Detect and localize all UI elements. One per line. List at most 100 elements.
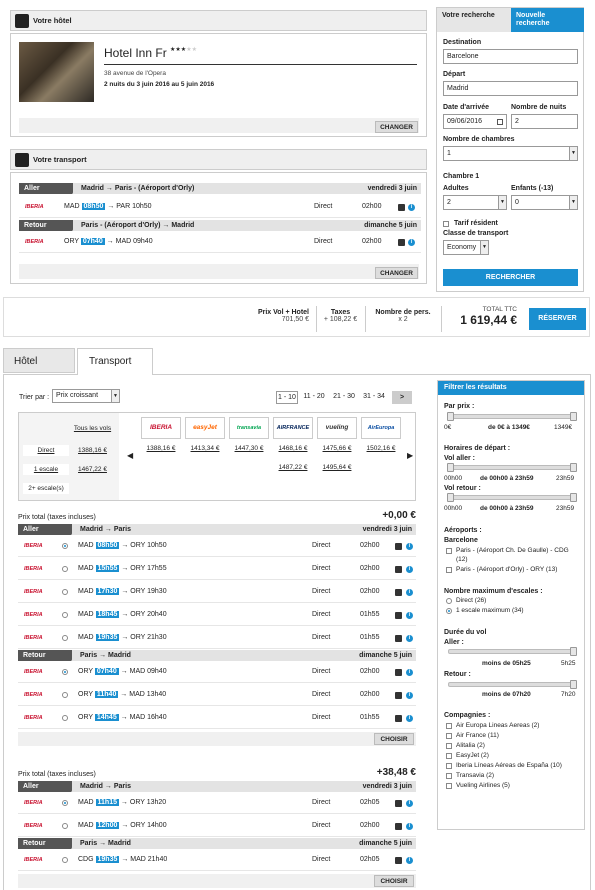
sort-select[interactable]: Prix croissant ▼ — [52, 389, 120, 403]
stops-one-radio[interactable] — [446, 608, 452, 614]
slider-handle[interactable] — [447, 412, 454, 421]
airline-logo-iberia[interactable]: IBERIA — [141, 417, 181, 439]
slider-handle[interactable] — [570, 493, 577, 502]
info-icon[interactable]: i — [406, 566, 413, 573]
info-icon[interactable]: i — [406, 635, 413, 642]
page-link[interactable]: 1 - 10 — [276, 391, 298, 404]
all-flights-link[interactable]: Tous les vols — [70, 425, 115, 432]
matrix-price-direct[interactable]: 1468,16 € — [273, 445, 313, 452]
airport-ory-checkbox[interactable] — [446, 567, 452, 573]
info-icon[interactable]: i — [408, 204, 415, 211]
flight-select-radio[interactable] — [62, 800, 68, 806]
slider-handle[interactable] — [447, 493, 454, 502]
slider-handle[interactable] — [570, 647, 577, 656]
arrival-date-input[interactable]: 09/06/2016 — [443, 114, 507, 129]
info-icon[interactable]: i — [406, 612, 413, 619]
flight-select-radio[interactable] — [62, 589, 68, 595]
flight-option-row[interactable]: IBERIA MAD 11h15 → ORY 13h20 Direct 02h05 i — [18, 792, 416, 814]
search-button[interactable]: RECHERCHER — [443, 269, 578, 286]
rooms-select[interactable]: 1 ▼ — [443, 146, 578, 161]
change-transport-button[interactable]: CHANGER — [375, 267, 418, 279]
info-icon[interactable]: i — [406, 543, 413, 550]
matrix-price-direct[interactable]: 1502,16 € — [361, 445, 401, 452]
flight-select-radio[interactable] — [62, 543, 68, 549]
flight-select-radio[interactable] — [62, 823, 68, 829]
resident-checkbox[interactable] — [443, 221, 449, 227]
matrix-price-1stop[interactable]: 1495,64 € — [317, 464, 357, 471]
price-slider[interactable] — [447, 412, 577, 421]
flight-select-radio[interactable] — [62, 857, 68, 863]
matrix-price-direct[interactable]: 1388,16 € — [141, 445, 181, 452]
flight-select-radio[interactable] — [62, 635, 68, 641]
company-checkbox[interactable] — [446, 733, 452, 739]
matrix-prev-icon[interactable]: ◀ — [127, 451, 133, 460]
info-icon[interactable]: i — [406, 692, 413, 699]
choose-button[interactable]: CHOISIR — [374, 733, 414, 745]
company-checkbox[interactable] — [446, 773, 452, 779]
airport-cdg-checkbox[interactable] — [446, 548, 452, 554]
matrix-price-direct[interactable]: 1413,34 € — [185, 445, 225, 452]
matrix-all-direct[interactable]: 1388,16 € — [70, 447, 115, 454]
choose-button[interactable]: CHOISIR — [374, 875, 414, 887]
flight-option-row[interactable]: IBERIA MAD 18h45 → ORY 20h40 Direct 01h55 i — [18, 604, 416, 626]
adults-select[interactable]: 2 ▼ — [443, 195, 507, 210]
info-icon[interactable]: i — [406, 715, 413, 722]
page-link[interactable]: 11 - 20 — [300, 391, 328, 404]
flight-select-radio[interactable] — [62, 715, 68, 721]
flight-option-row[interactable]: IBERIA ORY 14h45 → MAD 16h40 Direct 01h55 i — [18, 707, 416, 729]
reserve-button[interactable]: RÉSERVER — [529, 308, 586, 330]
nights-input[interactable]: 2 — [511, 114, 578, 129]
matrix-price-1stop[interactable]: 1487,22 € — [273, 464, 313, 471]
flight-option-row[interactable]: IBERIA MAD 15h55 → ORY 17h55 Direct 02h00 i — [18, 558, 416, 580]
flight-option-row[interactable]: IBERIA ORY 07h40 → MAD 09h40 Direct 02h00 i — [18, 661, 416, 683]
matrix-all-1stop[interactable]: 1467,22 € — [70, 466, 115, 473]
company-checkbox[interactable] — [446, 763, 452, 769]
tab-current-search[interactable]: Votre recherche — [437, 8, 511, 32]
departure-input[interactable]: Madrid — [443, 81, 578, 96]
info-icon[interactable]: i — [406, 800, 413, 807]
airline-logo-transavia[interactable]: transavia — [229, 417, 269, 439]
next-page-button[interactable]: > — [392, 391, 412, 404]
airline-logo-aireuropa[interactable]: AirEuropa — [361, 417, 401, 439]
company-checkbox[interactable] — [446, 743, 452, 749]
info-icon[interactable]: i — [406, 589, 413, 596]
stops-direct-radio[interactable] — [446, 598, 452, 604]
flight-select-radio[interactable] — [62, 612, 68, 618]
info-icon[interactable]: i — [406, 857, 413, 864]
page-link[interactable]: 31 - 34 — [360, 391, 388, 404]
company-checkbox[interactable] — [446, 723, 452, 729]
slider-handle[interactable] — [447, 463, 454, 472]
tab-transport[interactable]: Transport — [77, 348, 153, 375]
destination-input[interactable]: Barcelone — [443, 49, 578, 64]
flight-option-row[interactable]: IBERIA CDG 19h35 → MAD 21h40 Direct 02h05 i — [18, 849, 416, 871]
flight-option-row[interactable]: IBERIA MAD 19h35 → ORY 21h30 Direct 01h55 i — [18, 627, 416, 649]
company-checkbox[interactable] — [446, 753, 452, 759]
flight-select-radio[interactable] — [62, 566, 68, 572]
slider-handle[interactable] — [570, 680, 577, 689]
duration-retour-slider[interactable] — [448, 680, 577, 689]
matrix-row-direct[interactable]: Direct — [23, 445, 69, 456]
matrix-row-1stop[interactable]: 1 escale — [23, 464, 69, 475]
info-icon[interactable]: i — [406, 823, 413, 830]
class-select[interactable]: Economy ▼ — [443, 240, 489, 255]
slider-handle[interactable] — [570, 412, 577, 421]
tab-new-search[interactable]: Nouvelle recherche — [511, 8, 584, 32]
tab-hotel[interactable]: Hôtel — [3, 348, 75, 373]
flight-option-row[interactable]: IBERIA MAD 17h30 → ORY 19h30 Direct 02h00 i — [18, 581, 416, 603]
airline-logo-vueling[interactable]: vueling — [317, 417, 357, 439]
slider-handle[interactable] — [570, 463, 577, 472]
flight-select-radio[interactable] — [62, 669, 68, 675]
retour-hours-slider[interactable] — [447, 493, 577, 502]
info-icon[interactable]: i — [408, 239, 415, 246]
flight-option-row[interactable]: IBERIA ORY 11h40 → MAD 13h40 Direct 02h00 i — [18, 684, 416, 706]
flight-option-row[interactable]: IBERIA MAD 12h00 → ORY 14h00 Direct 02h00 i — [18, 815, 416, 837]
page-link[interactable]: 21 - 30 — [330, 391, 358, 404]
airline-logo-easyjet[interactable]: easyJet — [185, 417, 225, 439]
calendar-icon[interactable] — [497, 119, 503, 125]
aller-hours-slider[interactable] — [447, 463, 577, 472]
change-hotel-button[interactable]: CHANGER — [375, 121, 418, 133]
airline-logo-airfrance[interactable]: AIRFRANCE — [273, 417, 313, 439]
flight-option-row[interactable]: IBERIA MAD 08h50 → ORY 10h50 Direct 02h00 i — [18, 535, 416, 557]
matrix-next-icon[interactable]: ▶ — [407, 451, 413, 460]
company-checkbox[interactable] — [446, 783, 452, 789]
